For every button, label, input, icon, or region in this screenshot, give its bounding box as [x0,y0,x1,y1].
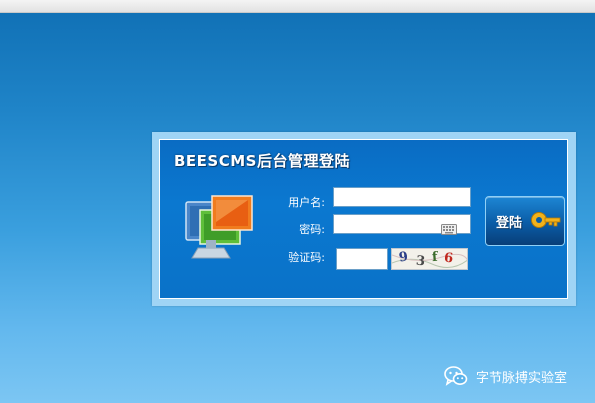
captcha-char: 3 [415,253,426,270]
captcha-input[interactable] [336,248,388,270]
captcha-label: 验证码: [288,251,325,264]
key-icon [531,212,561,228]
watermark-text: 字节脉搏实验室 [476,370,568,386]
keyboard-icon[interactable] [441,224,457,235]
wechat-icon [444,366,468,386]
captcha-char: 9 [398,249,410,266]
monitor-windows-icon [185,195,253,259]
login-panel: BEESCMS后台管理登陆 用户名: 密码: 验证码: 9 3 f 6 登陆 [159,139,568,299]
captcha-char: f [431,249,439,266]
captcha-char: 6 [443,250,454,267]
watermark: 字节脉搏实验室 [444,362,567,390]
login-button-label: 登陆 [496,216,523,231]
browser-top-bar [0,0,595,13]
login-panel-frame: BEESCMS后台管理登陆 用户名: 密码: 验证码: 9 3 f 6 登陆 [152,132,576,306]
panel-title: BEESCMS后台管理登陆 [174,152,350,170]
password-label: 密码: [299,223,325,236]
login-button[interactable]: 登陆 [485,196,565,246]
username-label: 用户名: [288,196,325,209]
username-input[interactable] [333,187,471,207]
captcha-image[interactable]: 9 3 f 6 [391,248,468,270]
